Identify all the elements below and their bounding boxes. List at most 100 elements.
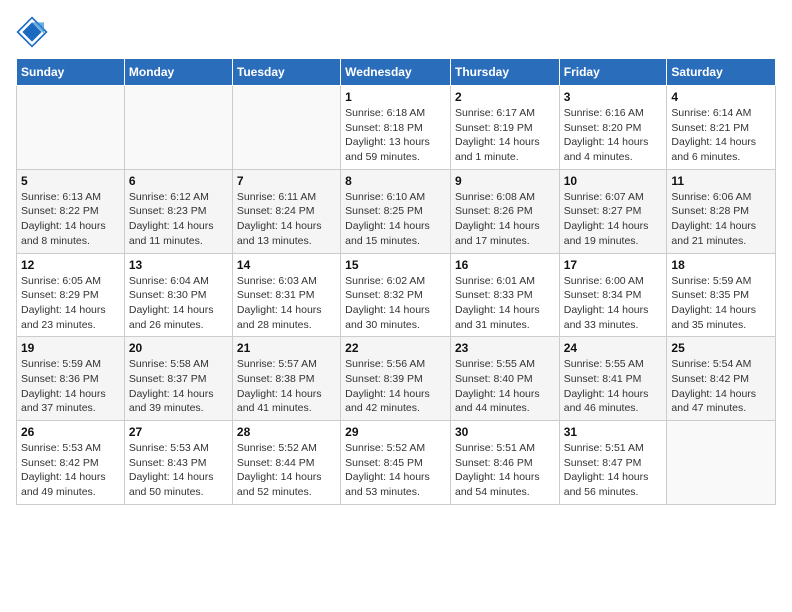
calendar-cell [232, 86, 340, 170]
day-number: 27 [129, 425, 228, 439]
day-number: 24 [564, 341, 663, 355]
calendar-cell: 6Sunrise: 6:12 AM Sunset: 8:23 PM Daylig… [124, 169, 232, 253]
day-header-wednesday: Wednesday [341, 59, 451, 86]
day-number: 9 [455, 174, 555, 188]
day-number: 29 [345, 425, 446, 439]
calendar-cell: 22 Sunrise: 5:56 AM Sunset: 8:39 PM Dayli… [341, 337, 451, 421]
calendar-cell: 17 Sunrise: 6:00 AM Sunset: 8:34 PM Dayli… [559, 253, 667, 337]
calendar-cell: 9 Sunrise: 6:08 AM Sunset: 8:26 PM Daylig… [450, 169, 559, 253]
calendar-cell: 2 Sunrise: 6:17 AM Sunset: 8:19 PM Daylig… [450, 86, 559, 170]
calendar-week-1: 1 Sunrise: 6:18 AM Sunset: 8:18 PM Daylig… [17, 86, 776, 170]
day-header-friday: Friday [559, 59, 667, 86]
day-info: Sunrise: 5:59 AM Sunset: 8:36 PM Dayligh… [21, 357, 120, 416]
day-info: Sunrise: 6:17 AM Sunset: 8:19 PM Dayligh… [455, 106, 555, 165]
day-number: 13 [129, 258, 228, 272]
day-number: 30 [455, 425, 555, 439]
day-number: 23 [455, 341, 555, 355]
calendar-cell: 10Sunrise: 6:07 AM Sunset: 8:27 PM Dayli… [559, 169, 667, 253]
calendar-cell: 1 Sunrise: 6:18 AM Sunset: 8:18 PM Daylig… [341, 86, 451, 170]
day-info: Sunrise: 6:14 AM Sunset: 8:21 PM Dayligh… [671, 106, 771, 165]
day-number: 14 [237, 258, 336, 272]
calendar-cell: 16 Sunrise: 6:01 AM Sunset: 8:33 PM Dayli… [450, 253, 559, 337]
day-number: 22 [345, 341, 446, 355]
day-info: Sunrise: 5:56 AM Sunset: 8:39 PM Dayligh… [345, 357, 446, 416]
calendar-cell: 19 Sunrise: 5:59 AM Sunset: 8:36 PM Dayli… [17, 337, 125, 421]
calendar-cell: 5Sunrise: 6:13 AM Sunset: 8:22 PM Daylig… [17, 169, 125, 253]
day-info: Sunrise: 5:59 AM Sunset: 8:35 PM Dayligh… [671, 274, 771, 333]
day-number: 2 [455, 90, 555, 104]
day-number: 11 [671, 174, 771, 188]
calendar-cell: 30 Sunrise: 5:51 AM Sunset: 8:46 PM Dayli… [450, 421, 559, 505]
day-info: Sunrise: 5:54 AM Sunset: 8:42 PM Dayligh… [671, 357, 771, 416]
day-info: Sunrise: 5:53 AM Sunset: 8:43 PM Dayligh… [129, 441, 228, 500]
day-number: 15 [345, 258, 446, 272]
day-info: Sunrise: 6:16 AM Sunset: 8:20 PM Dayligh… [564, 106, 663, 165]
calendar-cell: 29 Sunrise: 5:52 AM Sunset: 8:45 PM Dayli… [341, 421, 451, 505]
day-number: 19 [21, 341, 120, 355]
calendar-cell: 18 Sunrise: 5:59 AM Sunset: 8:35 PM Dayli… [667, 253, 776, 337]
calendar-cell: 31 Sunrise: 5:51 AM Sunset: 8:47 PM Dayli… [559, 421, 667, 505]
calendar-cell: 28 Sunrise: 5:52 AM Sunset: 8:44 PM Dayli… [232, 421, 340, 505]
day-number: 3 [564, 90, 663, 104]
calendar-cell: 23 Sunrise: 5:55 AM Sunset: 8:40 PM Dayli… [450, 337, 559, 421]
day-number: 8 [345, 174, 446, 188]
day-info: Sunrise: 6:02 AM Sunset: 8:32 PM Dayligh… [345, 274, 446, 333]
calendar-week-3: 12Sunrise: 6:05 AM Sunset: 8:29 PM Dayli… [17, 253, 776, 337]
day-number: 1 [345, 90, 446, 104]
day-number: 17 [564, 258, 663, 272]
day-number: 25 [671, 341, 771, 355]
day-number: 10 [564, 174, 663, 188]
calendar-cell: 24 Sunrise: 5:55 AM Sunset: 8:41 PM Dayli… [559, 337, 667, 421]
day-number: 26 [21, 425, 120, 439]
calendar-table: SundayMondayTuesdayWednesdayThursdayFrid… [16, 58, 776, 505]
day-number: 16 [455, 258, 555, 272]
day-info: Sunrise: 6:10 AM Sunset: 8:25 PM Dayligh… [345, 190, 446, 249]
day-info: Sunrise: 6:01 AM Sunset: 8:33 PM Dayligh… [455, 274, 555, 333]
day-number: 4 [671, 90, 771, 104]
day-info: Sunrise: 6:04 AM Sunset: 8:30 PM Dayligh… [129, 274, 228, 333]
day-info: Sunrise: 6:00 AM Sunset: 8:34 PM Dayligh… [564, 274, 663, 333]
day-info: Sunrise: 6:08 AM Sunset: 8:26 PM Dayligh… [455, 190, 555, 249]
day-info: Sunrise: 5:52 AM Sunset: 8:45 PM Dayligh… [345, 441, 446, 500]
day-number: 20 [129, 341, 228, 355]
day-number: 31 [564, 425, 663, 439]
day-info: Sunrise: 6:03 AM Sunset: 8:31 PM Dayligh… [237, 274, 336, 333]
day-info: Sunrise: 6:18 AM Sunset: 8:18 PM Dayligh… [345, 106, 446, 165]
calendar-cell: 21Sunrise: 5:57 AM Sunset: 8:38 PM Dayli… [232, 337, 340, 421]
day-number: 5 [21, 174, 120, 188]
day-info: Sunrise: 5:57 AM Sunset: 8:38 PM Dayligh… [237, 357, 336, 416]
day-header-thursday: Thursday [450, 59, 559, 86]
day-header-sunday: Sunday [17, 59, 125, 86]
calendar-week-2: 5Sunrise: 6:13 AM Sunset: 8:22 PM Daylig… [17, 169, 776, 253]
calendar-cell: 8 Sunrise: 6:10 AM Sunset: 8:25 PM Daylig… [341, 169, 451, 253]
day-header-saturday: Saturday [667, 59, 776, 86]
day-info: Sunrise: 6:12 AM Sunset: 8:23 PM Dayligh… [129, 190, 228, 249]
calendar-cell: 27 Sunrise: 5:53 AM Sunset: 8:43 PM Dayli… [124, 421, 232, 505]
day-info: Sunrise: 5:51 AM Sunset: 8:47 PM Dayligh… [564, 441, 663, 500]
day-info: Sunrise: 5:55 AM Sunset: 8:40 PM Dayligh… [455, 357, 555, 416]
logo [16, 16, 52, 48]
calendar-cell: 26 Sunrise: 5:53 AM Sunset: 8:42 PM Dayli… [17, 421, 125, 505]
calendar-cell [124, 86, 232, 170]
day-info: Sunrise: 5:53 AM Sunset: 8:42 PM Dayligh… [21, 441, 120, 500]
day-number: 28 [237, 425, 336, 439]
calendar-cell: 12Sunrise: 6:05 AM Sunset: 8:29 PM Dayli… [17, 253, 125, 337]
page-header [16, 16, 776, 48]
day-number: 7 [237, 174, 336, 188]
calendar-cell: 20Sunrise: 5:58 AM Sunset: 8:37 PM Dayli… [124, 337, 232, 421]
day-number: 18 [671, 258, 771, 272]
calendar-cell: 4 Sunrise: 6:14 AM Sunset: 8:21 PM Daylig… [667, 86, 776, 170]
day-info: Sunrise: 5:51 AM Sunset: 8:46 PM Dayligh… [455, 441, 555, 500]
day-info: Sunrise: 5:52 AM Sunset: 8:44 PM Dayligh… [237, 441, 336, 500]
calendar-cell: 14 Sunrise: 6:03 AM Sunset: 8:31 PM Dayli… [232, 253, 340, 337]
day-info: Sunrise: 6:11 AM Sunset: 8:24 PM Dayligh… [237, 190, 336, 249]
calendar-body: 1 Sunrise: 6:18 AM Sunset: 8:18 PM Daylig… [17, 86, 776, 505]
calendar-header: SundayMondayTuesdayWednesdayThursdayFrid… [17, 59, 776, 86]
day-info: Sunrise: 5:55 AM Sunset: 8:41 PM Dayligh… [564, 357, 663, 416]
calendar-cell: 15 Sunrise: 6:02 AM Sunset: 8:32 PM Dayli… [341, 253, 451, 337]
calendar-cell: 25 Sunrise: 5:54 AM Sunset: 8:42 PM Dayli… [667, 337, 776, 421]
calendar-cell [17, 86, 125, 170]
day-header-tuesday: Tuesday [232, 59, 340, 86]
calendar-week-5: 26 Sunrise: 5:53 AM Sunset: 8:42 PM Dayli… [17, 421, 776, 505]
calendar-week-4: 19 Sunrise: 5:59 AM Sunset: 8:36 PM Dayli… [17, 337, 776, 421]
